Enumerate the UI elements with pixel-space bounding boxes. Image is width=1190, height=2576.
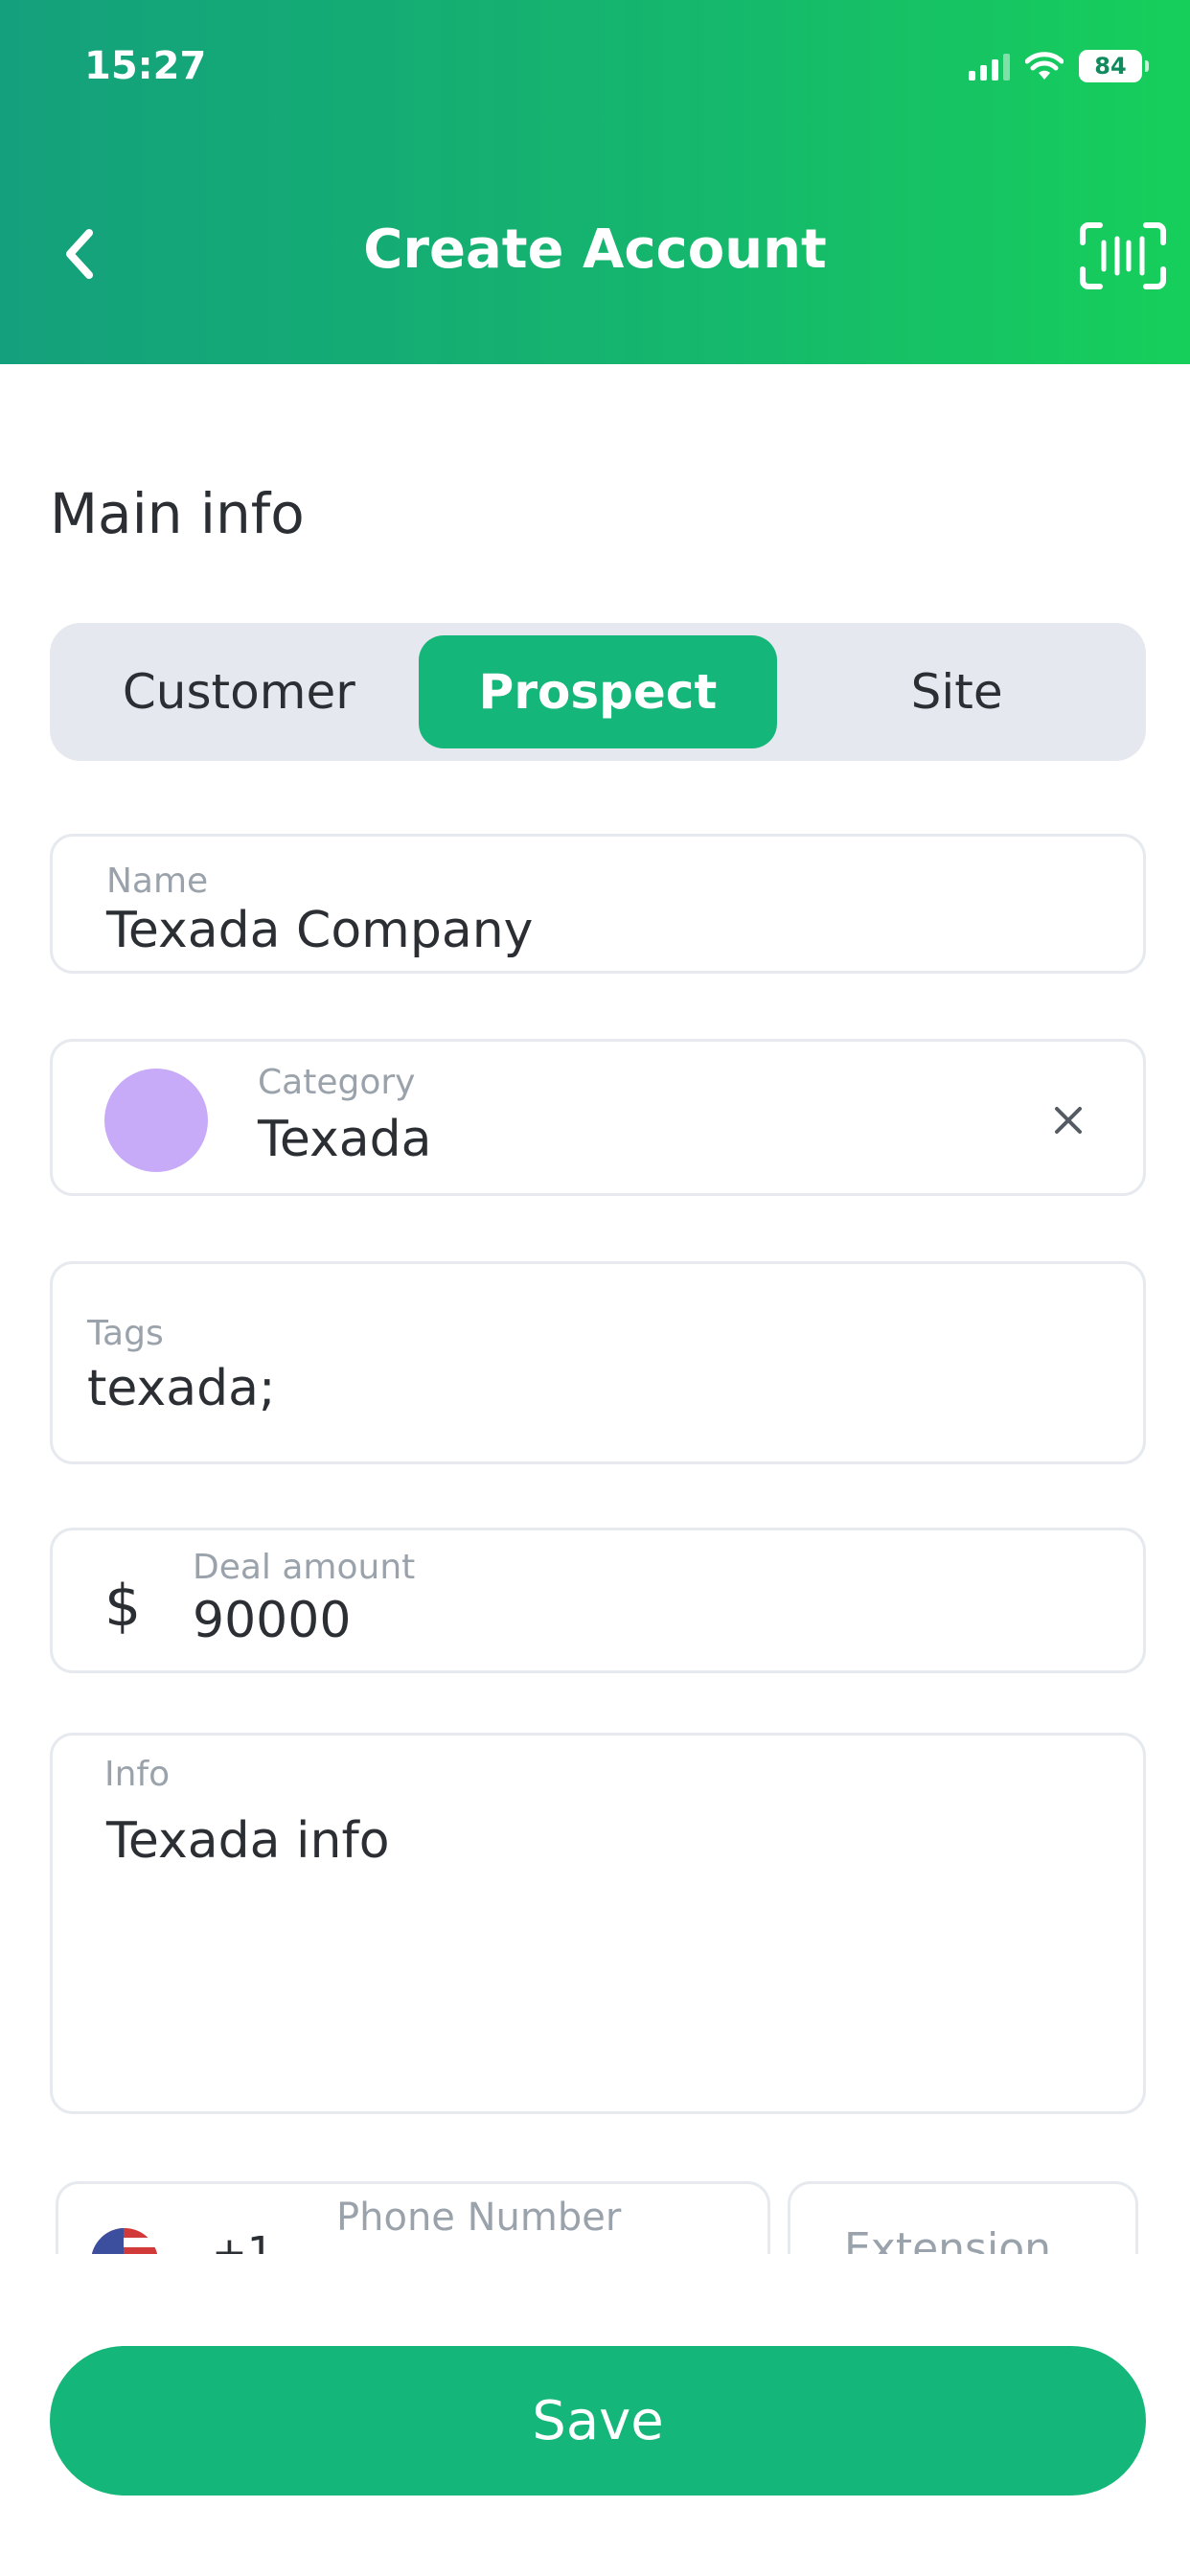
- category-field[interactable]: Category Texada: [50, 1039, 1146, 1196]
- tags-value: texada;: [87, 1360, 276, 1417]
- segment-customer[interactable]: Customer: [59, 635, 419, 748]
- status-time: 15:27: [84, 44, 207, 88]
- segment-site[interactable]: Site: [777, 635, 1136, 748]
- page-title: Create Account: [363, 218, 827, 281]
- category-label: Category: [258, 1063, 416, 1102]
- battery-icon: 84: [1079, 50, 1149, 82]
- section-title: Main info: [50, 481, 305, 546]
- deal-amount-field[interactable]: $ Deal amount 90000: [50, 1528, 1146, 1673]
- info-value: Texada info: [106, 1812, 390, 1870]
- name-label: Name: [106, 862, 209, 901]
- phone-row: ⌄ +1 Phone Number Extension: [50, 2175, 1146, 2254]
- name-value: Texada Company: [106, 902, 534, 959]
- tags-label: Tags: [87, 1314, 164, 1353]
- account-type-segmented-control: Customer Prospect Site: [50, 623, 1146, 761]
- name-field[interactable]: Name Texada Company: [50, 834, 1146, 974]
- segment-prospect[interactable]: Prospect: [418, 635, 778, 748]
- cellular-signal-icon: [969, 52, 1010, 80]
- extension-field[interactable]: Extension: [788, 2181, 1138, 2254]
- save-button[interactable]: Save: [50, 2346, 1146, 2496]
- extension-placeholder: Extension: [844, 2224, 1052, 2254]
- country-code: +1: [212, 2228, 274, 2254]
- chevron-down-icon[interactable]: ⌄: [173, 2242, 195, 2254]
- app-header: 15:27 84 Create Account: [0, 0, 1190, 364]
- battery-level: 84: [1094, 53, 1127, 80]
- category-value: Texada: [258, 1111, 432, 1168]
- close-icon: [1055, 1107, 1082, 1134]
- barcode-scan-button[interactable]: [1077, 213, 1169, 299]
- deal-amount-label: Deal amount: [193, 1548, 416, 1587]
- info-label: Info: [104, 1755, 171, 1794]
- info-field[interactable]: Info Texada info: [50, 1733, 1146, 2114]
- barcode-scan-icon: [1080, 222, 1166, 289]
- category-color-swatch: [104, 1069, 208, 1172]
- phone-number-label: Phone Number: [336, 2196, 622, 2240]
- status-icons: 84: [969, 50, 1149, 82]
- deal-amount-value: 90000: [193, 1592, 352, 1649]
- currency-symbol: $: [104, 1573, 142, 1640]
- us-flag-icon[interactable]: [91, 2228, 158, 2254]
- tags-field[interactable]: Tags texada;: [50, 1261, 1146, 1464]
- wifi-icon: [1025, 52, 1064, 80]
- phone-number-field[interactable]: ⌄ +1 Phone Number: [56, 2181, 770, 2254]
- clear-category-button[interactable]: [1040, 1092, 1097, 1149]
